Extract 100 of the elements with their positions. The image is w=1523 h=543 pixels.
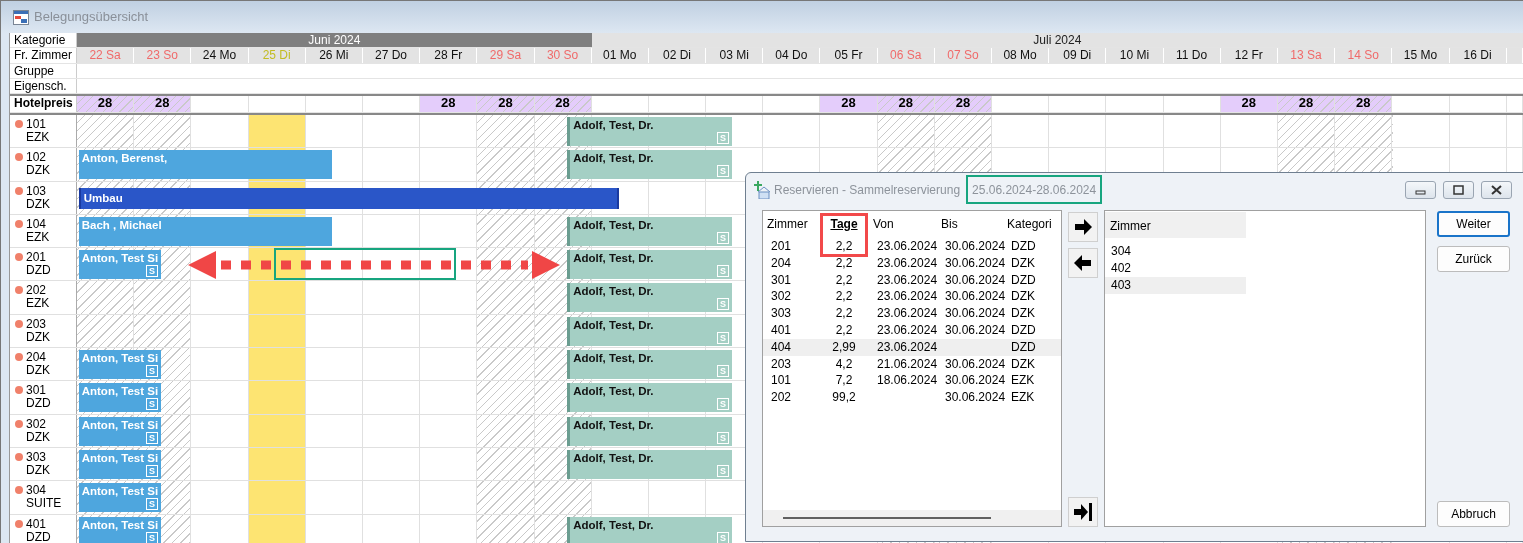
day-header[interactable]: 03 Mi bbox=[706, 48, 764, 63]
day-header[interactable]: 16 Di bbox=[1449, 48, 1507, 63]
guest-name: Adolf, Test, Dr. bbox=[573, 318, 654, 331]
scrollbar-thumb[interactable] bbox=[783, 517, 991, 519]
list-item[interactable]: 403 bbox=[1105, 277, 1246, 294]
room-category: EZK bbox=[26, 230, 50, 244]
list-cell-text: DZD bbox=[1010, 271, 1037, 289]
marker-tag: S bbox=[716, 265, 729, 278]
list-cell-text: 2,2 bbox=[834, 305, 854, 322]
room-number: 202 bbox=[26, 284, 48, 298]
price-cell: 28 bbox=[534, 96, 592, 112]
column-header[interactable]: Von bbox=[869, 217, 937, 238]
guest-name: Adolf, Test, Dr. bbox=[573, 352, 654, 365]
day-header[interactable]: 15 Mo bbox=[1392, 48, 1450, 63]
booking-bar[interactable]: Adolf, Test, Dr. S bbox=[567, 250, 732, 280]
day-header[interactable]: 12 Fr bbox=[1220, 48, 1278, 63]
date-range: 25.06.2024-28.06.2024 bbox=[972, 183, 1097, 197]
cancel-button[interactable]: Abbruch bbox=[1437, 501, 1510, 527]
list-row[interactable]: 204 2,2 23.06.2024 30.06.2024 DZK bbox=[763, 254, 1061, 272]
day-header[interactable]: 26 Mi bbox=[305, 48, 363, 63]
day-header[interactable]: 27 Do bbox=[362, 48, 421, 63]
booking-bar[interactable]: Adolf, Test, Dr. S bbox=[567, 383, 732, 413]
room-number: 101 bbox=[26, 118, 48, 131]
move-left-button[interactable] bbox=[1068, 248, 1098, 278]
price-cell: 28 bbox=[934, 96, 992, 112]
booking-bar[interactable]: Adolf, Test, Dr. S bbox=[567, 516, 732, 543]
booking-bar[interactable]: Adolf, Test, Dr. S bbox=[567, 350, 732, 380]
block-label: Umbau bbox=[83, 191, 123, 204]
list-row[interactable]: 201 2,2 23.06.2024 30.06.2024 DZD bbox=[763, 238, 1061, 255]
list-cell-text: 30.06.2024 bbox=[944, 271, 1003, 289]
booking-bar[interactable]: Adolf, Test, Dr. S bbox=[567, 316, 732, 346]
left-arrow-icon bbox=[1073, 253, 1093, 273]
list-row[interactable]: 401 2,2 23.06.2024 30.06.2024 DZD bbox=[763, 322, 1061, 339]
status-dot bbox=[15, 452, 23, 461]
maximize-button[interactable] bbox=[1443, 181, 1474, 199]
list-cell-text: 23.06.2024 bbox=[876, 305, 937, 322]
list-cell-text: 30.06.2024 bbox=[944, 238, 1003, 255]
booking-bar[interactable]: Adolf, Test, Dr. S bbox=[567, 150, 732, 180]
room-category: DZK bbox=[26, 364, 50, 378]
horizontal-scrollbar[interactable] bbox=[763, 510, 1061, 526]
list-item[interactable]: 402 bbox=[1105, 260, 1246, 277]
guest-name: Adolf, Test, Dr. bbox=[573, 385, 654, 398]
marker-tag: S bbox=[146, 265, 159, 278]
booking-bar[interactable]: Adolf, Test, Dr. S bbox=[567, 117, 732, 146]
list-cell-text: 23.06.2024 bbox=[876, 271, 937, 289]
marker-tag: S bbox=[146, 398, 159, 411]
column-header[interactable]: Zimmer bbox=[763, 217, 819, 238]
close-button[interactable] bbox=[1481, 181, 1512, 199]
day-header[interactable]: 10 Mi bbox=[1106, 48, 1164, 63]
day-header[interactable]: 04 Do bbox=[763, 48, 821, 63]
guest-name: Adolf, Test, Dr. bbox=[573, 152, 654, 165]
guest-name: Anton, Test Si bbox=[81, 451, 159, 464]
move-right-button[interactable] bbox=[1068, 212, 1098, 242]
minimize-button[interactable] bbox=[1405, 181, 1436, 199]
status-dot bbox=[15, 286, 23, 295]
list-cell-text: EZK bbox=[1010, 372, 1036, 390]
column-header[interactable]: Tage bbox=[819, 217, 869, 238]
list-row[interactable]: 203 4,2 21.06.2024 30.06.2024 DZK bbox=[763, 355, 1061, 373]
list-cell-text: 30.06.2024 bbox=[944, 288, 1003, 306]
list-cell-text: DZK bbox=[1010, 254, 1036, 272]
list-row[interactable]: 301 2,2 23.06.2024 30.06.2024 DZD bbox=[763, 271, 1061, 289]
column-header[interactable]: Zimmer bbox=[1105, 212, 1246, 238]
list-row[interactable]: 404 2,99 23.06.2024 DZD bbox=[763, 338, 1061, 356]
marker-tag: S bbox=[716, 298, 729, 311]
next-button[interactable]: Weiter bbox=[1437, 211, 1510, 237]
status-dot bbox=[15, 386, 23, 395]
booking-bar[interactable]: Adolf, Test, Dr. S bbox=[567, 416, 732, 446]
booking-bar[interactable]: Adolf, Test, Dr. S bbox=[567, 283, 732, 313]
day-header[interactable]: 08 Mo bbox=[992, 48, 1050, 63]
day-header[interactable]: 05 Fr bbox=[820, 48, 878, 63]
guest-name: Anton, Test Si bbox=[81, 252, 159, 265]
column-header[interactable]: Bis bbox=[937, 217, 1003, 238]
back-button[interactable]: Zurück bbox=[1437, 246, 1510, 272]
day-header[interactable]: 28 Fr bbox=[420, 48, 478, 63]
close-icon bbox=[1491, 185, 1502, 195]
guest-name: Anton, Test Si bbox=[81, 418, 159, 431]
move-all-button[interactable] bbox=[1068, 497, 1098, 527]
list-row[interactable]: 303 2,2 23.06.2024 30.06.2024 DZK bbox=[763, 305, 1061, 322]
guest-name: Anton, Test Si bbox=[81, 385, 159, 398]
room-number: 302 bbox=[26, 417, 48, 431]
day-header[interactable]: 24 Mo bbox=[191, 48, 249, 63]
list-cell-text: 2,2 bbox=[834, 254, 854, 272]
list-row[interactable]: 101 7,2 18.06.2024 30.06.2024 EZK bbox=[763, 372, 1061, 390]
dialog-title: Reservieren - Sammelreservierung bbox=[774, 183, 961, 197]
blocked-bar[interactable]: Umbau bbox=[78, 187, 619, 209]
day-header[interactable]: 09 Di bbox=[1049, 48, 1107, 63]
status-dot bbox=[15, 219, 23, 228]
list-cell-text: 301 bbox=[770, 271, 793, 289]
booking-bar[interactable]: Adolf, Test, Dr. S bbox=[567, 216, 732, 246]
day-header[interactable]: 11 Do bbox=[1163, 48, 1221, 63]
guest-name: Adolf, Test, Dr. bbox=[573, 518, 654, 531]
booking-bar[interactable]: Adolf, Test, Dr. S bbox=[567, 449, 732, 479]
day-header[interactable]: 02 Di bbox=[648, 48, 707, 63]
room-category: EZK bbox=[26, 131, 50, 144]
list-item[interactable]: 304 bbox=[1105, 243, 1246, 260]
column-header[interactable]: Kategori bbox=[1003, 217, 1061, 238]
list-row[interactable]: 302 2,2 23.06.2024 30.06.2024 DZK bbox=[763, 288, 1061, 306]
guest-name: Adolf, Test, Dr. bbox=[573, 418, 654, 431]
list-row[interactable]: 202 99,2 30.06.2024 EZK bbox=[763, 389, 1061, 406]
day-header[interactable]: 01 Mo bbox=[591, 48, 649, 63]
